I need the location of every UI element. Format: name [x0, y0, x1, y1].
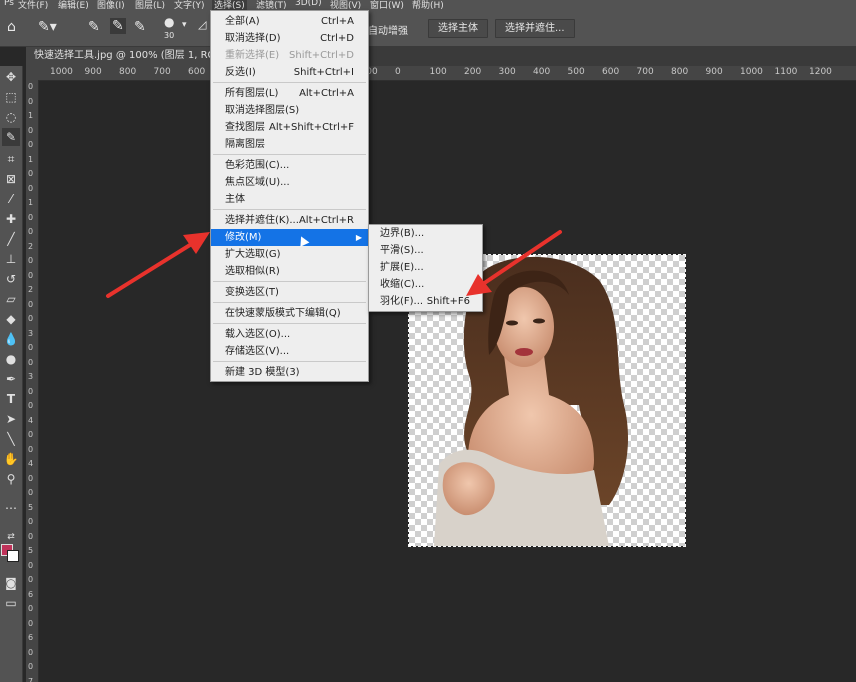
annotation-arrow-left [106, 232, 210, 298]
annotation-arrows [106, 230, 562, 298]
annotation-arrow-right [466, 230, 562, 296]
